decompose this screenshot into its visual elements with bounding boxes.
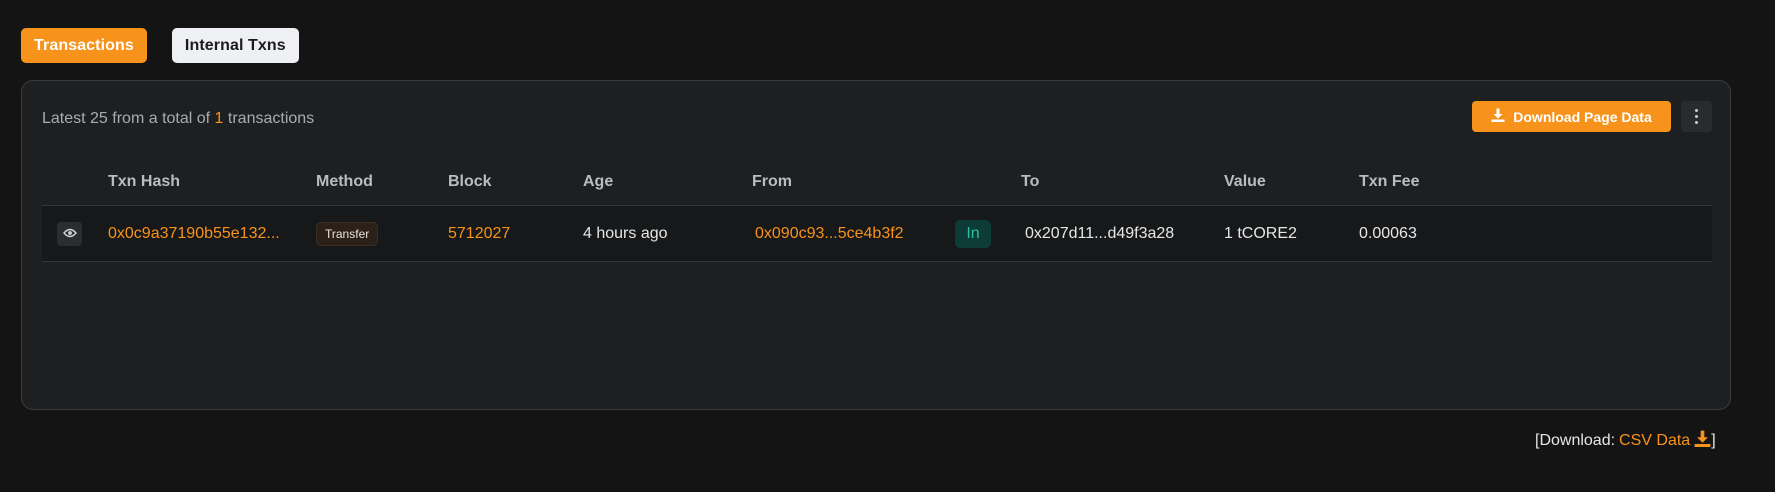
header-to: To bbox=[1021, 173, 1040, 190]
tab-internal-txns[interactable]: Internal Txns bbox=[171, 28, 299, 63]
download-icon[interactable] bbox=[1690, 430, 1711, 452]
block-link[interactable]: 5712027 bbox=[448, 206, 510, 262]
header-from: From bbox=[752, 173, 792, 190]
table-row: 0x0c9a37190b55e132... Transfer 5712027 4… bbox=[42, 206, 1712, 262]
download-page-data-label: Download Page Data bbox=[1513, 108, 1652, 125]
header-txn-hash: Txn Hash bbox=[108, 173, 181, 190]
transactions-card: Latest 25 from a total of 1 transactions… bbox=[21, 80, 1731, 410]
header-value: Value bbox=[1224, 173, 1266, 190]
txn-fee-cell: 0.00063 bbox=[1359, 225, 1417, 242]
csv-download-prefix: [Download: bbox=[1535, 432, 1616, 449]
view-details-button[interactable] bbox=[57, 222, 82, 246]
more-vertical-icon bbox=[1695, 108, 1698, 126]
method-badge: Transfer bbox=[316, 222, 379, 246]
direction-badge: In bbox=[955, 220, 991, 248]
value-cell: 1 tCORE2 bbox=[1224, 225, 1297, 242]
to-address: 0x207d11...d49f3a28 bbox=[1025, 225, 1175, 242]
tab-bar: Transactions Internal Txns bbox=[21, 28, 299, 63]
direction-cell: In bbox=[955, 206, 991, 262]
method-cell: Transfer bbox=[316, 206, 379, 262]
age-cell: 4 hours ago bbox=[583, 225, 668, 242]
tab-transactions[interactable]: Transactions bbox=[21, 28, 147, 63]
from-address-link[interactable]: 0x090c93...5ce4b3f2 bbox=[755, 206, 904, 262]
csv-download-suffix: ] bbox=[1711, 432, 1716, 449]
header-block: Block bbox=[448, 173, 492, 190]
txn-hash-link[interactable]: 0x0c9a37190b55e132... bbox=[108, 206, 280, 262]
download-icon bbox=[1491, 108, 1505, 125]
header-method: Method bbox=[316, 173, 373, 190]
summary-suffix: transactions bbox=[223, 110, 315, 127]
summary-prefix: Latest 25 from a total of bbox=[42, 110, 215, 127]
eye-icon bbox=[62, 225, 77, 243]
transactions-summary: Latest 25 from a total of 1 transactions bbox=[42, 110, 314, 128]
header-txn-fee: Txn Fee bbox=[1359, 173, 1420, 190]
csv-data-link[interactable]: CSV Data bbox=[1619, 432, 1690, 450]
download-page-data-button[interactable]: Download Page Data bbox=[1472, 101, 1671, 132]
csv-download: [Download: CSV Data ] bbox=[1535, 430, 1716, 452]
more-options-button[interactable] bbox=[1681, 101, 1712, 132]
header-age: Age bbox=[583, 173, 614, 190]
